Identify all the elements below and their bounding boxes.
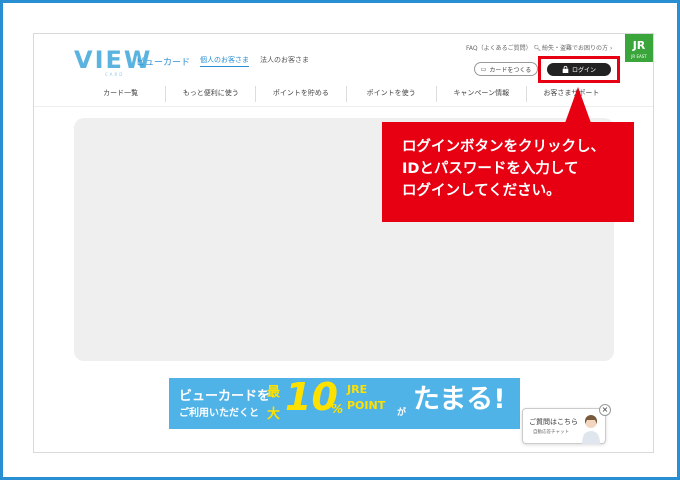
jr-logo[interactable]: JR JR EAST	[625, 34, 653, 62]
brand-name[interactable]: ビューカード	[136, 55, 190, 68]
nav-divider	[34, 106, 653, 107]
banner-ga: が	[397, 408, 407, 418]
chat-widget[interactable]: ご質問はこちら 自動応答チャット	[522, 408, 606, 444]
banner-max2: 大	[267, 407, 281, 422]
banner-point: POINT	[347, 399, 386, 412]
jr-logo-sub: JR EAST	[631, 54, 647, 59]
make-card-button[interactable]: ▭ カードをつくる	[474, 62, 538, 76]
view-logo-sub: CARD	[105, 72, 125, 77]
callout-line1: ログインボタンをクリックし、	[402, 139, 605, 155]
nav-item-earn-points[interactable]: ポイントを貯める	[255, 86, 345, 102]
chat-title: ご質問はこちら	[529, 418, 578, 426]
lost-card-label: 紛失・盗難でお困りの方	[542, 45, 609, 52]
nav-item-more-convenient[interactable]: もっと便利に使う	[165, 86, 255, 102]
callout-pointer	[565, 87, 591, 123]
login-highlight-box	[538, 56, 620, 83]
banner-line1: ビューカードを	[179, 389, 271, 404]
operator-avatar-icon	[582, 415, 600, 444]
banner-percent: %	[331, 402, 344, 416]
banner-line2: ご利用いただくと	[179, 408, 259, 419]
outer-frame: JR JR EAST VIEW CARD ビューカード 個人のお客さま 法人のお…	[0, 0, 680, 480]
nav-item-campaigns[interactable]: キャンペーン情報	[435, 86, 526, 102]
promo-banner[interactable]: ビューカードを ご利用いただくと 最 大 10 % JRE POINT が たま…	[169, 378, 520, 429]
card-icon: ▭	[480, 65, 487, 73]
callout-line3: ログインしてください。	[402, 183, 561, 199]
callout-line2: IDとパスワードを入力して	[402, 161, 579, 177]
chat-close-button[interactable]: ×	[599, 404, 611, 416]
tab-corporate[interactable]: 法人のお客さま	[260, 55, 309, 65]
banner-max1: 最	[267, 385, 281, 400]
banner-tamaru: たまる!	[413, 384, 506, 415]
faq-label: FAQ（よくあるご質問）	[466, 45, 532, 52]
lost-card-link[interactable]: 紛失・盗難でお困りの方 ›	[542, 43, 612, 52]
banner-number: 10	[285, 378, 338, 419]
faq-link[interactable]: FAQ（よくあるご質問） 🔍︎	[466, 43, 541, 52]
make-card-label: カードをつくる	[489, 66, 532, 74]
web-page: JR JR EAST VIEW CARD ビューカード 個人のお客さま 法人のお…	[33, 33, 654, 453]
nav-item-card-list[interactable]: カード一覧	[76, 86, 165, 102]
jr-logo-text: JR	[632, 39, 646, 52]
chevron-right-icon: ›	[609, 45, 613, 52]
banner-jre: JRE	[347, 383, 368, 396]
chat-subtitle: 自動応答チャット	[533, 430, 569, 435]
nav-item-use-points[interactable]: ポイントを使う	[345, 86, 436, 102]
search-icon: 🔍︎	[533, 45, 542, 52]
tab-personal[interactable]: 個人のお客さま	[200, 55, 249, 67]
instruction-callout: ログインボタンをクリックし、 IDとパスワードを入力して ログインしてください。	[382, 122, 634, 222]
global-nav: カード一覧 もっと便利に使う ポイントを貯める ポイントを使う キャンペーン情報…	[76, 86, 616, 102]
